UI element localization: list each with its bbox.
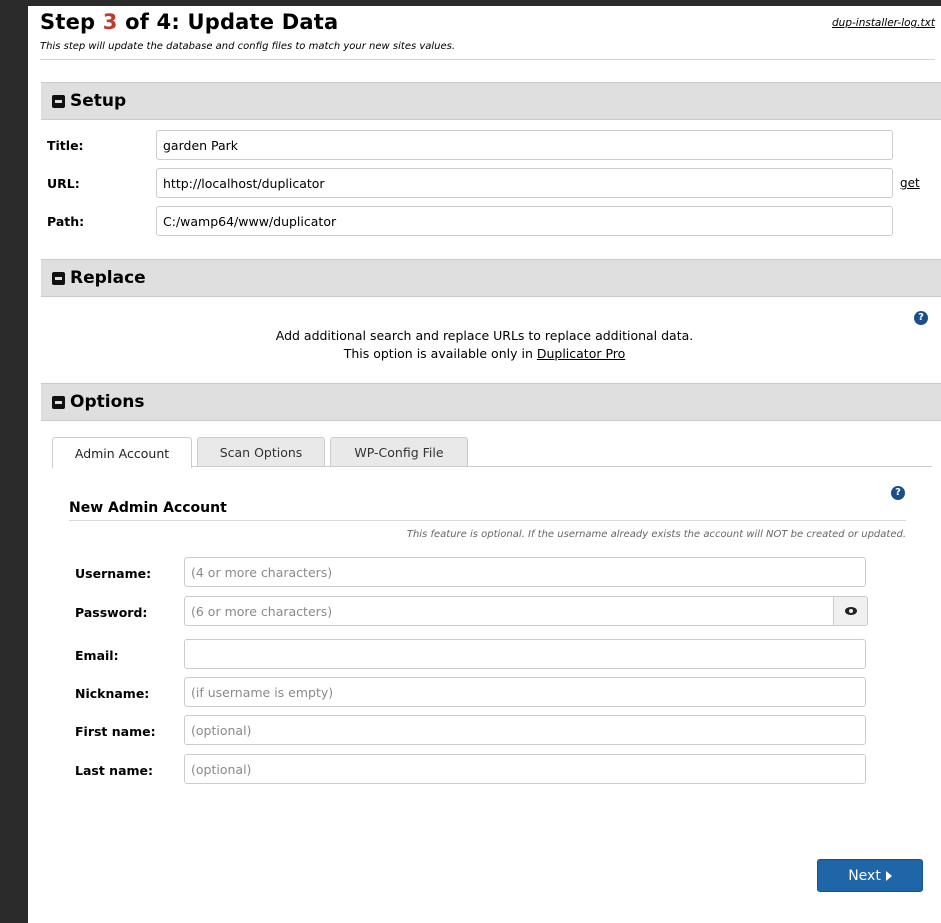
header-divider (40, 59, 935, 60)
email-label: Email: (75, 648, 119, 663)
setup-section-header[interactable]: Setup (41, 82, 941, 120)
replace-description: Add additional search and replace URLs t… (28, 327, 941, 363)
nickname-input[interactable] (184, 677, 866, 707)
last-name-label: Last name: (75, 763, 154, 778)
path-label: Path: (47, 214, 85, 229)
replace-line-2: This option is available only in Duplica… (28, 345, 941, 363)
options-section-title: Options (70, 392, 145, 412)
step-number: 3 (102, 10, 118, 34)
username-input[interactable] (184, 557, 866, 587)
replace-line-1: Add additional search and replace URLs t… (275, 328, 694, 343)
replace-section-header[interactable]: Replace (41, 259, 941, 297)
step-prefix: Step (40, 10, 103, 34)
show-password-button[interactable] (833, 596, 868, 626)
title-label: Title: (47, 138, 84, 153)
step-suffix: of 4: Update Data (117, 10, 339, 34)
admin-account-note: This feature is optional. If the usernam… (406, 529, 906, 540)
email-input[interactable] (184, 639, 866, 669)
path-input[interactable] (156, 206, 893, 236)
minus-square-icon (52, 395, 65, 409)
next-button-label: Next (848, 867, 881, 884)
get-url-link[interactable]: get (900, 176, 920, 190)
page-subtitle: This step will update the database and c… (40, 41, 456, 52)
minus-square-icon (52, 94, 65, 108)
last-name-input[interactable] (184, 754, 866, 784)
nickname-label: Nickname: (75, 686, 150, 701)
username-label: Username: (75, 566, 152, 581)
password-input[interactable] (184, 596, 834, 626)
url-label: URL: (47, 176, 80, 191)
minus-square-icon (52, 271, 65, 285)
options-section-header[interactable]: Options (41, 383, 941, 421)
setup-section-title: Setup (70, 91, 127, 111)
eye-icon (844, 607, 857, 615)
replace-section-title: Replace (70, 268, 146, 288)
url-input[interactable] (156, 168, 893, 198)
next-button[interactable]: Next (817, 859, 923, 892)
password-label: Password: (75, 605, 148, 620)
title-input[interactable] (156, 130, 893, 160)
first-name-label: First name: (75, 724, 156, 739)
installer-log-link[interactable]: dup-installer-log.txt (832, 17, 935, 29)
tab-wp-config-file[interactable]: WP-Config File (330, 437, 468, 467)
first-name-input[interactable] (184, 715, 866, 745)
admin-help-icon[interactable]: ? (891, 486, 905, 500)
tab-scan-options[interactable]: Scan Options (197, 437, 325, 467)
replace-help-icon[interactable]: ? (914, 311, 928, 325)
caret-right-icon (885, 870, 892, 881)
admin-heading-divider (69, 520, 906, 521)
replace-line-2-text: This option is available only in (343, 346, 537, 361)
duplicator-pro-link[interactable]: Duplicator Pro (537, 346, 625, 361)
admin-account-heading: New Admin Account (69, 500, 227, 516)
installer-page: Step 3 of 4: Update Data This step will … (28, 6, 941, 923)
page-title: Step 3 of 4: Update Data (40, 10, 338, 34)
tab-admin-account[interactable]: Admin Account (52, 437, 192, 468)
